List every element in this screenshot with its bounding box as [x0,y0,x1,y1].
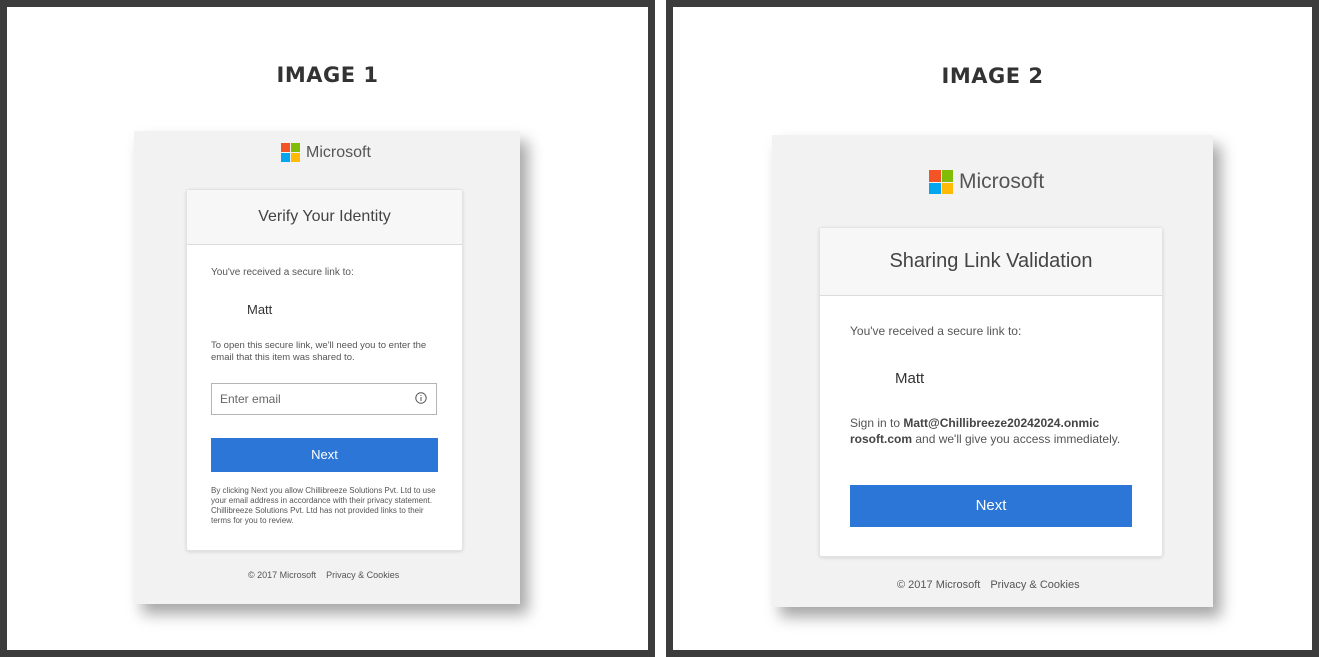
copyright-text: © 2017 Microsoft [897,579,981,591]
legal-notice: By clicking Next you allow Chillibreeze … [211,486,436,525]
sign-in-instruction: Sign in to Matt@Chillibreeze20242024.onm… [850,415,1140,447]
image-2-panel: IMAGE 2 Microsoft Sharing Link Validatio… [666,0,1319,657]
email-field[interactable] [211,383,437,415]
privacy-cookies-link[interactable]: Privacy & Cookies [326,570,399,580]
microsoft-logo-icon [281,143,300,162]
panel-title: IMAGE 2 [941,64,1044,88]
signin-suffix: and we'll give you access immediately. [912,432,1121,446]
instruction-text: To open this secure link, we'll need you… [211,340,427,363]
footer: © 2017 Microsoft Privacy & Cookies [897,579,1080,591]
sharing-link-card: Sharing Link Validation You've received … [819,227,1163,557]
signin-prefix: Sign in to [850,416,904,430]
privacy-cookies-link[interactable]: Privacy & Cookies [990,579,1079,591]
recipient-name: Matt [247,302,273,317]
footer: © 2017 Microsoft Privacy & Cookies [248,570,399,580]
verify-identity-card: Verify Your Identity You've received a s… [186,189,463,551]
card-title: Sharing Link Validation [820,228,1162,296]
email-input[interactable] [212,384,400,414]
sign-in-window: Microsoft Verify Your Identity You've re… [134,131,520,604]
signin-email-line1: Matt@Chillibreeze20242024.onmic [903,416,1100,430]
logo-text: Microsoft [959,170,1045,193]
image-1-panel: IMAGE 1 Microsoft Verify Your Identity Y… [0,0,655,657]
received-link-text: You've received a secure link to: [850,324,1022,338]
panel-title: IMAGE 1 [276,63,379,87]
recipient-name: Matt [895,370,925,387]
info-icon[interactable] [415,392,427,404]
received-link-text: You've received a secure link to: [211,267,354,278]
signin-email-line2: rosoft.com [850,432,913,446]
microsoft-logo: Microsoft [929,170,1044,194]
copyright-text: © 2017 Microsoft [248,570,317,580]
sign-in-window: Microsoft Sharing Link Validation You've… [772,135,1213,607]
next-button[interactable]: Next [211,438,438,472]
next-button[interactable]: Next [850,485,1132,527]
logo-text: Microsoft [306,143,371,161]
microsoft-logo: Microsoft [281,143,371,162]
card-title: Verify Your Identity [187,190,462,245]
microsoft-logo-icon [929,170,953,194]
